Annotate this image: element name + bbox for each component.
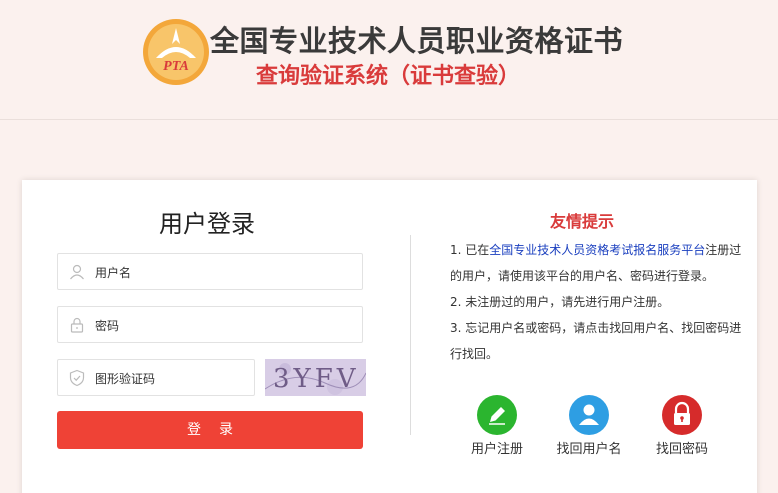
register-link[interactable]: 用户注册 [457, 395, 537, 457]
site-subtitle: 查询验证系统（证书查验） [256, 64, 521, 89]
find-password-link[interactable]: 找回密码 [642, 395, 722, 457]
username-placeholder: 用户名 [95, 266, 132, 280]
password-placeholder: 密码 [95, 319, 120, 333]
username-field[interactable]: 用户名 [57, 253, 363, 290]
svg-text:PTA: PTA [163, 59, 189, 74]
captcha-placeholder: 图形验证码 [95, 372, 156, 386]
pta-logo: PTA [143, 19, 209, 85]
user-icon [70, 264, 84, 280]
tip-item-3: 3. 忘记用户名或密码，请点击找回用户名、找回密码进行找回。 [450, 321, 742, 361]
shield-icon [69, 369, 85, 387]
header: PTA 全国专业技术人员职业资格证书 查询验证系统（证书查验） [0, 0, 778, 120]
site-title: 全国专业技术人员职业资格证书 [210, 24, 624, 58]
svg-text:3YFV: 3YFV [273, 364, 360, 394]
captcha-field[interactable]: 图形验证码 [57, 359, 255, 396]
find-username-label: 找回用户名 [556, 442, 622, 457]
tip-item-2: 2. 未注册过的用户，请先进行用户注册。 [450, 295, 670, 309]
password-field[interactable]: 密码 [57, 306, 363, 343]
tips-title: 友情提示 [550, 212, 615, 231]
login-card: 用户登录 用户名 密码 图形验证码 3YFV 登录 友情提示 1. 已在全国专业… [22, 180, 757, 493]
tip-item-1: 1. 已在全国专业技术人员资格考试报名服务平台注册过的用户，请使用该平台的用户名… [450, 243, 742, 283]
find-username-link[interactable]: 找回用户名 [549, 395, 629, 457]
tips-list: 1. 已在全国专业技术人员资格考试报名服务平台注册过的用户，请使用该平台的用户名… [450, 237, 748, 367]
user-profile-icon [569, 395, 609, 435]
divider [410, 235, 411, 435]
lock-icon [70, 317, 84, 333]
find-password-label: 找回密码 [655, 442, 708, 457]
pencil-icon [477, 395, 517, 435]
registration-platform-link[interactable]: 全国专业技术人员资格考试报名服务平台 [489, 243, 705, 257]
login-title: 用户登录 [159, 210, 255, 238]
register-label: 用户注册 [470, 442, 523, 457]
unlock-icon [662, 395, 702, 435]
captcha-image[interactable]: 3YFV [265, 359, 366, 396]
login-button[interactable]: 登录 [57, 411, 363, 449]
